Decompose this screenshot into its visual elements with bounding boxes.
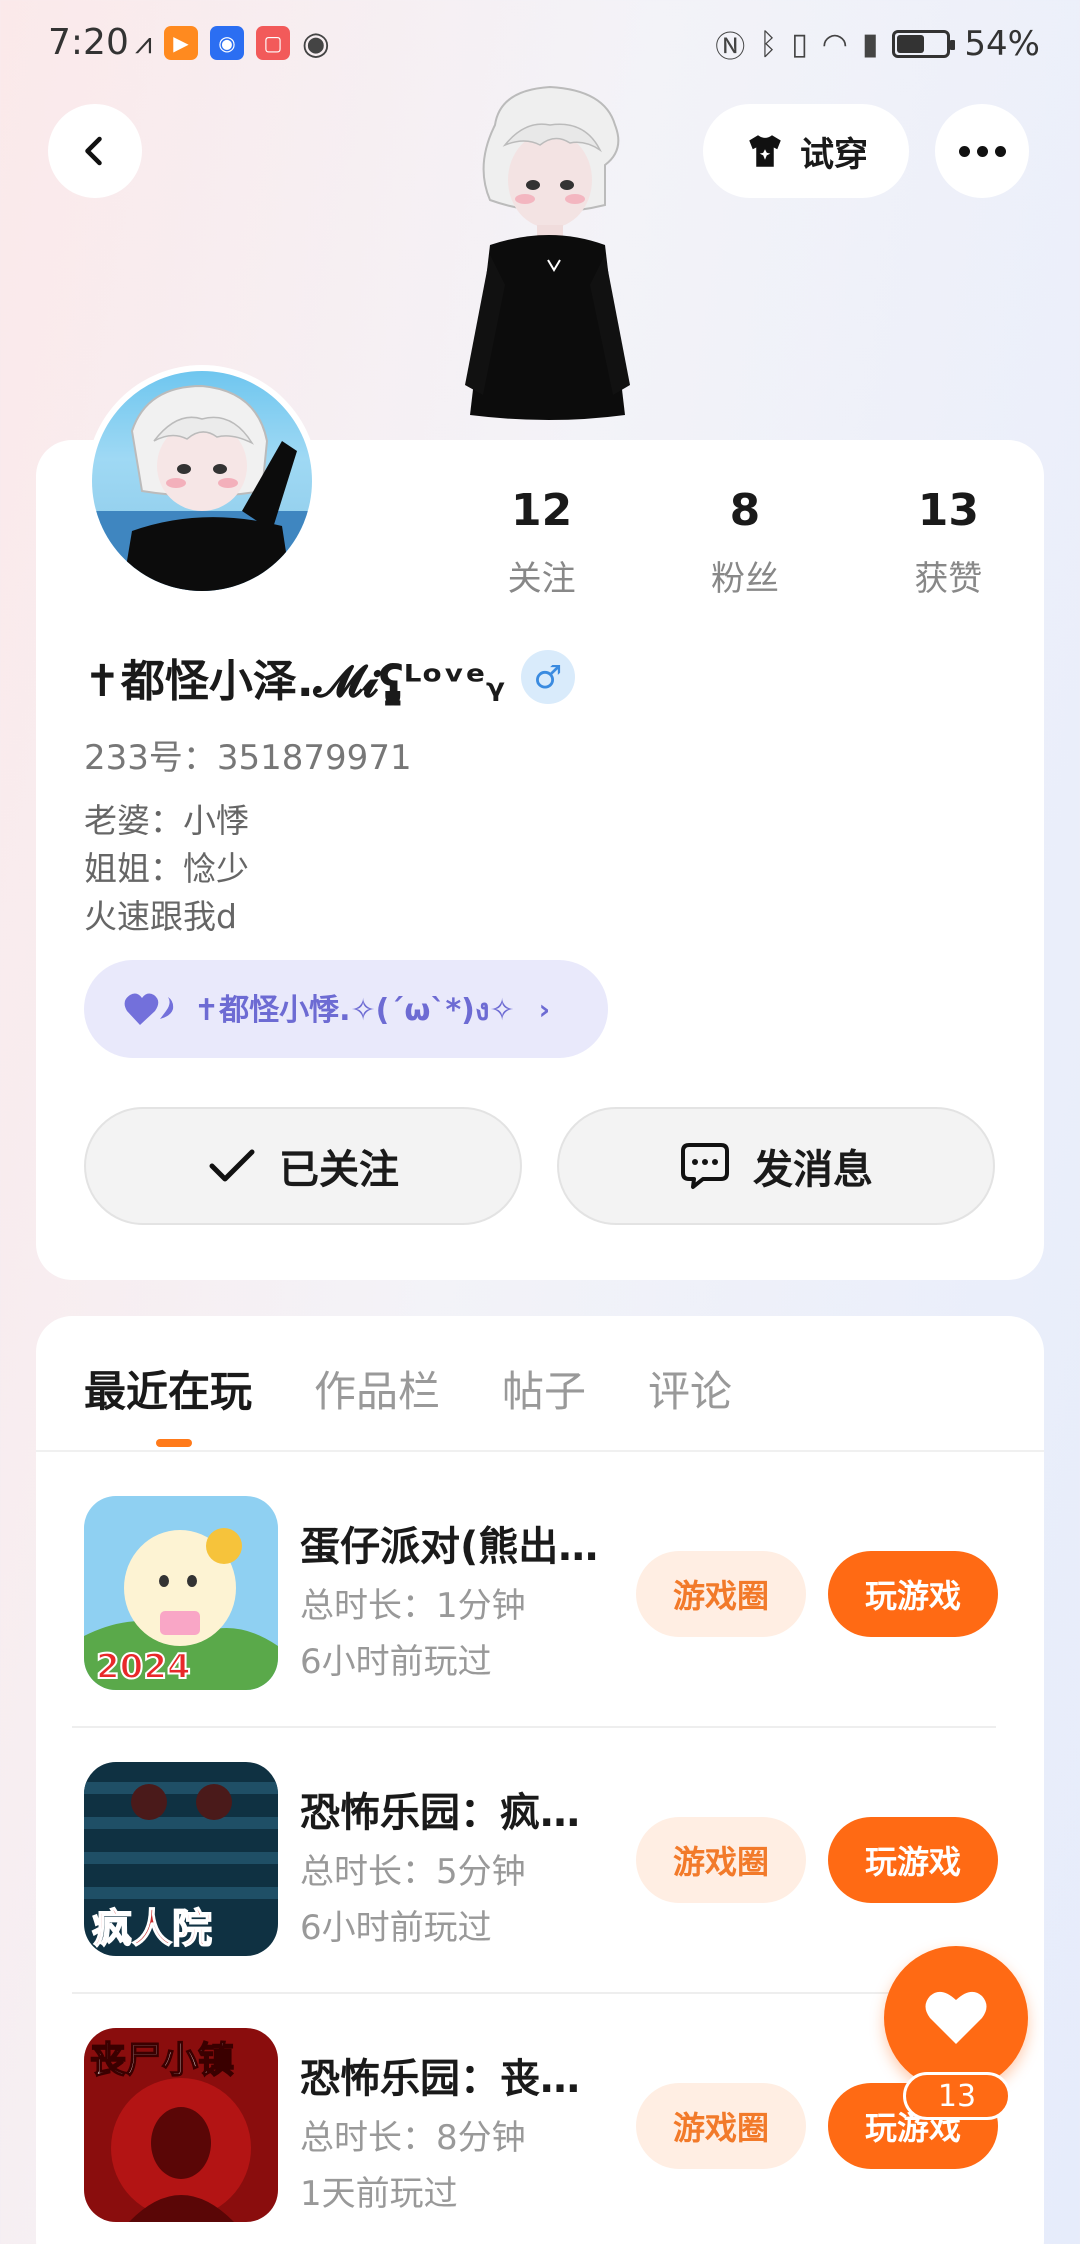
back-arrow-icon bbox=[85, 136, 102, 166]
swift-icon: ⩘ bbox=[135, 25, 152, 61]
game-thumbnail: 疯人院 bbox=[84, 1762, 278, 1956]
notification-icons: ⩘ ▶ ◉ ▢ ◉ bbox=[135, 24, 330, 62]
bio: 老婆：小悸 姐姐：惗少 火速跟我d bbox=[84, 797, 249, 941]
game-thumbnail-text: 疯人院 bbox=[92, 1906, 212, 1952]
bulb-icon: ◉ bbox=[209, 26, 244, 60]
back-button[interactable] bbox=[48, 104, 142, 198]
stat-likes[interactable]: 13 获赞 bbox=[847, 485, 1050, 600]
hearts-icon bbox=[124, 993, 174, 1025]
game-thumbnail-text: 丧尸小镇 bbox=[90, 2040, 234, 2081]
heart-icon bbox=[925, 1991, 987, 2044]
battery-icon bbox=[892, 30, 956, 58]
game-list-item[interactable]: 丧尸小镇 恐怖乐园：丧… 总时长：8分钟 1天前玩过 游戏圈 玩游戏 bbox=[36, 2028, 998, 2228]
red-app-icon: ▢ bbox=[255, 26, 290, 60]
send-message-label: 发消息 bbox=[753, 1147, 873, 1193]
user-id: 233号：351879971 bbox=[84, 738, 412, 778]
status-bar: 7:20 ⩘ ▶ ◉ ▢ ◉ Ⓝ ᛒ ▯ ◠ ▮ 54% bbox=[0, 0, 1080, 90]
tab-posts[interactable]: 帖子 bbox=[502, 1358, 586, 1419]
try-on-button[interactable]: 试穿 bbox=[703, 104, 909, 198]
bio-line: 姐姐：惗少 bbox=[84, 849, 249, 888]
game-list-item[interactable]: 2024 蛋仔派对(熊出… 总时长：1分钟 6小时前玩过 游戏圈 玩游戏 bbox=[36, 1496, 998, 1728]
stat-following-value: 12 bbox=[511, 485, 573, 536]
dot-icon bbox=[994, 145, 1006, 157]
wifi-icon: ◠ bbox=[821, 26, 848, 62]
bluetooth-icon: ᛒ bbox=[759, 26, 778, 62]
dot-icon bbox=[976, 145, 988, 157]
avatar-image bbox=[92, 371, 312, 591]
avatar-character bbox=[92, 384, 312, 591]
followed-label: 已关注 bbox=[279, 1147, 399, 1193]
game-playtime: 总时长：8分钟 bbox=[300, 2118, 526, 2158]
tab-recently-played[interactable]: 最近在玩 bbox=[84, 1358, 252, 1419]
try-on-label: 试穿 bbox=[800, 134, 868, 175]
followed-button[interactable]: 已关注 bbox=[84, 1107, 522, 1225]
stat-fans-value: 8 bbox=[729, 485, 761, 536]
active-tab-indicator bbox=[156, 1439, 192, 1447]
shirt-icon bbox=[749, 135, 781, 167]
game-thumbnail: 2024 bbox=[84, 1496, 278, 1690]
more-options-button[interactable] bbox=[935, 104, 1029, 198]
status-time: 7:20 bbox=[48, 22, 129, 63]
avatar[interactable] bbox=[86, 365, 318, 597]
nfc-icon: Ⓝ bbox=[715, 30, 746, 65]
game-circle-button[interactable]: 游戏圈 bbox=[636, 1817, 806, 1903]
check-icon bbox=[209, 1149, 255, 1182]
game-last-played: 6小时前玩过 bbox=[300, 1908, 492, 1948]
game-list-item[interactable]: 疯人院 恐怖乐园：疯… 总时长：5分钟 6小时前玩过 游戏圈 玩游戏 bbox=[36, 1762, 998, 1994]
like-button[interactable] bbox=[884, 1946, 1028, 2090]
dot-icon bbox=[958, 145, 970, 157]
game-playtime: 总时长：5分钟 bbox=[300, 1852, 526, 1892]
profile-stats: 12 关注 8 粉丝 13 获赞 bbox=[440, 485, 1050, 600]
tab-works[interactable]: 作品栏 bbox=[314, 1358, 440, 1419]
system-icons: Ⓝ ᛒ ▯ ◠ ▮ 54% bbox=[715, 22, 1040, 66]
content-card: 最近在玩 作品栏 帖子 评论 2024 蛋仔派对(熊出… 总时长：1分钟 6小时… bbox=[36, 1316, 1044, 2244]
vibrate-icon: ▯ bbox=[791, 26, 808, 62]
game-last-played: 1天前玩过 bbox=[300, 2174, 458, 2214]
game-thumbnail-text: 2024 bbox=[96, 1647, 191, 1687]
game-circle-button[interactable]: 游戏圈 bbox=[636, 2083, 806, 2169]
message-icon bbox=[681, 1143, 729, 1189]
username-row: ✝都怪小泽.𝓜𝓲ʕ̡̢ᴸᵒᵛᵉᵧ ♂ bbox=[84, 645, 575, 709]
send-message-button[interactable]: 发消息 bbox=[557, 1107, 995, 1225]
male-icon: ♂ bbox=[520, 650, 575, 704]
chevron-right-icon: › bbox=[538, 992, 551, 1026]
bio-line: 老婆：小悸 bbox=[84, 801, 249, 840]
like-count-badge: 13 bbox=[903, 2072, 1011, 2120]
game-title: 蛋仔派对(熊出… bbox=[300, 1524, 599, 1570]
game-playtime: 总时长：1分钟 bbox=[300, 1586, 526, 1626]
stat-likes-value: 13 bbox=[917, 485, 979, 536]
game-last-played: 6小时前玩过 bbox=[300, 1642, 492, 1682]
play-game-button[interactable]: 玩游戏 bbox=[828, 1817, 998, 1903]
tab-comments[interactable]: 评论 bbox=[648, 1358, 732, 1419]
sim-alert-icon: ▮ bbox=[861, 26, 879, 62]
play-game-button[interactable]: 玩游戏 bbox=[828, 1551, 998, 1637]
stat-following-label: 关注 bbox=[507, 559, 576, 599]
couple-tag-text: ✝都怪小悸.✧(´ω`*)ง✧ bbox=[194, 992, 515, 1028]
username: ✝都怪小泽.𝓜𝓲ʕ̡̢ᴸᵒᵛᵉᵧ bbox=[84, 656, 505, 707]
game-thumbnail: 丧尸小镇 bbox=[84, 2028, 278, 2222]
stat-likes-label: 获赞 bbox=[914, 559, 983, 599]
battery-percent: 54% bbox=[964, 24, 1040, 64]
stat-fans-label: 粉丝 bbox=[710, 559, 779, 599]
play-icon: ▶ bbox=[163, 26, 198, 60]
stat-fans[interactable]: 8 粉丝 bbox=[643, 485, 846, 600]
tabs-divider bbox=[36, 1450, 1044, 1452]
game-circle-button[interactable]: 游戏圈 bbox=[636, 1551, 806, 1637]
couple-tag[interactable]: ✝都怪小悸.✧(´ω`*)ง✧ › bbox=[84, 960, 608, 1058]
eye-icon: ◉ bbox=[301, 24, 330, 62]
character-figure bbox=[465, 85, 630, 420]
stat-following[interactable]: 12 关注 bbox=[440, 485, 643, 600]
game-title: 恐怖乐园：疯… bbox=[300, 1790, 580, 1836]
game-title: 恐怖乐园：丧… bbox=[300, 2056, 580, 2102]
bio-line: 火速跟我d bbox=[84, 897, 237, 936]
content-tabs: 最近在玩 作品栏 帖子 评论 bbox=[84, 1358, 732, 1419]
